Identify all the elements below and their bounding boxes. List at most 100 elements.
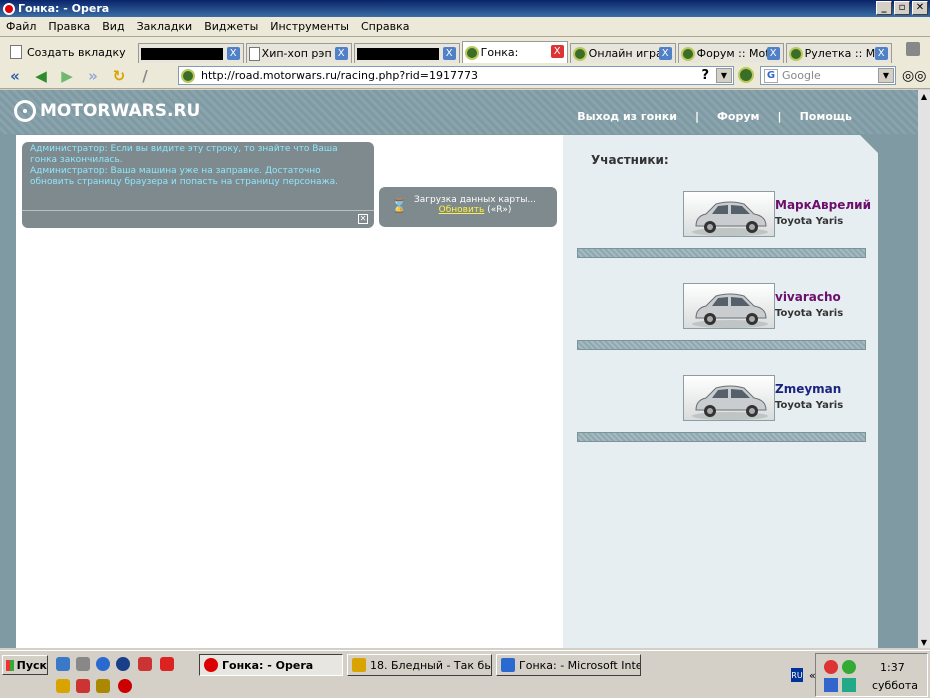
tab-close-icon[interactable]: X xyxy=(226,47,240,60)
scroll-up-icon[interactable]: ▲ xyxy=(918,90,930,102)
car-image[interactable] xyxy=(683,191,775,237)
new-tab-button[interactable]: Создать вкладку xyxy=(4,41,132,63)
tab-close-icon[interactable]: X xyxy=(334,47,348,60)
quicklaunch-opera-icon[interactable] xyxy=(118,679,132,693)
restore-button[interactable]: ▫ xyxy=(894,1,910,15)
nav-exit-race[interactable]: Выход из гонки xyxy=(567,110,687,123)
scroll-down-icon[interactable]: ▼ xyxy=(918,636,930,648)
search-input[interactable]: Google xyxy=(782,69,821,82)
participant-name[interactable]: vivaracho xyxy=(775,290,841,304)
tab-close-icon[interactable]: X xyxy=(766,47,780,60)
tab-close-icon[interactable]: X xyxy=(658,47,672,60)
participant-name[interactable]: Zmeyman xyxy=(775,382,841,396)
window-title: Гонка: - Opera xyxy=(18,2,110,15)
address-dropdown[interactable]: ▼ xyxy=(716,68,732,83)
tab-online-game[interactable]: Онлайн игра... X xyxy=(569,43,676,63)
admin-message: Администратор: Если вы видите эту строку… xyxy=(30,144,338,165)
participant-card: Zmeyman Toyota Yaris xyxy=(577,371,866,442)
tab-forum[interactable]: Форум :: Mot... X xyxy=(677,43,784,63)
vertical-scrollbar[interactable]: ▲ ▼ xyxy=(918,90,930,648)
quicklaunch-app-icon[interactable] xyxy=(96,679,110,693)
menu-file[interactable]: Файл xyxy=(0,20,42,33)
tab-race[interactable]: Гонка: X xyxy=(461,41,568,63)
nav-help[interactable]: Помощь xyxy=(790,110,862,123)
tray-app-icon[interactable] xyxy=(824,660,838,674)
car-image[interactable] xyxy=(683,283,775,329)
menu-edit[interactable]: Правка xyxy=(42,20,96,33)
quicklaunch-app-icon[interactable] xyxy=(76,679,90,693)
windows-flag-icon xyxy=(6,659,14,671)
menu-widgets[interactable]: Виджеты xyxy=(198,20,264,33)
start-label: Пуск xyxy=(16,658,47,672)
new-document-icon xyxy=(10,45,22,59)
start-button[interactable]: Пуск xyxy=(2,655,48,675)
web-page: MOTORWARS.RU Выход из гонки | Форум | По… xyxy=(0,90,918,648)
participants-title: Участники: xyxy=(591,153,669,167)
tab-hiphop[interactable]: Хип-хоп рэп ... X xyxy=(245,43,352,63)
menu-tools[interactable]: Инструменты xyxy=(264,20,355,33)
tab-close-icon[interactable]: X xyxy=(550,45,564,58)
motorwars-icon[interactable] xyxy=(738,67,754,83)
forward-icon[interactable]: ▶ xyxy=(56,66,78,86)
glasses-icon[interactable]: ◎◎ xyxy=(902,68,926,84)
back-icon[interactable]: ◀ xyxy=(30,66,52,86)
window-titlebar[interactable]: Гонка: - Opera _ ▫ ✕ xyxy=(0,0,930,17)
quicklaunch-app-icon[interactable] xyxy=(56,679,70,693)
task-label: Гонка: - Opera xyxy=(222,658,314,672)
nav-forum[interactable]: Форум xyxy=(707,110,770,123)
tray-network-icon[interactable] xyxy=(824,678,838,692)
menu-bookmarks[interactable]: Закладки xyxy=(131,20,199,33)
hourglass-icon: ⌛ xyxy=(391,199,408,214)
map-area: Администратор: Если вы видите эту строку… xyxy=(16,135,563,648)
participant-name[interactable]: МаркАврелий xyxy=(775,198,871,212)
tab-close-icon[interactable]: X xyxy=(874,47,888,60)
task-ie[interactable]: Гонка: - Microsoft Inter... xyxy=(496,654,641,676)
motorwars-icon xyxy=(572,46,587,61)
refresh-link[interactable]: Обновить xyxy=(439,205,485,215)
quicklaunch-ie-icon[interactable] xyxy=(96,657,110,671)
tray-app-icon[interactable] xyxy=(842,660,856,674)
rewind-icon[interactable]: « xyxy=(4,66,26,86)
close-icon[interactable]: ✕ xyxy=(358,214,368,224)
edit-icon[interactable]: / xyxy=(134,66,156,86)
site-nav: Выход из гонки | Форум | Помощь xyxy=(567,110,862,123)
quicklaunch-app-icon[interactable] xyxy=(76,657,90,671)
language-indicator[interactable]: RU xyxy=(791,668,803,682)
task-opera[interactable]: Гонка: - Opera xyxy=(199,654,343,676)
menu-bar: Файл Правка Вид Закладки Виджеты Инструм… xyxy=(0,17,930,37)
minimize-button[interactable]: _ xyxy=(876,1,892,15)
quicklaunch-app-icon[interactable] xyxy=(138,657,152,671)
search-box[interactable]: G Google ▼ xyxy=(760,66,896,85)
tray-app-icon[interactable] xyxy=(842,678,856,692)
tab-close-icon[interactable]: X xyxy=(442,47,456,60)
search-dropdown[interactable]: ▼ xyxy=(878,68,894,83)
opera-icon xyxy=(204,658,218,672)
quicklaunch-media-icon[interactable] xyxy=(116,657,130,671)
hotkey-hint: («R») xyxy=(487,205,512,215)
nav-separator: | xyxy=(694,110,700,123)
quicklaunch-app-icon[interactable] xyxy=(160,657,174,671)
menu-help[interactable]: Справка xyxy=(355,20,415,33)
participant-card: vivaracho Toyota Yaris xyxy=(577,279,866,350)
tab-redacted-1[interactable]: X xyxy=(137,43,244,63)
menu-view[interactable]: Вид xyxy=(96,20,130,33)
clock-time[interactable]: 1:37 xyxy=(880,661,905,674)
car-image[interactable] xyxy=(683,375,775,421)
close-button[interactable]: ✕ xyxy=(912,1,928,15)
fast-forward-icon[interactable]: » xyxy=(82,66,104,86)
trash-icon[interactable] xyxy=(906,42,920,56)
tab-roulette[interactable]: Рулетка :: M... X xyxy=(785,43,892,63)
task-player[interactable]: 18. Бледный - Так был... xyxy=(347,654,492,676)
progress-bar xyxy=(577,248,866,258)
help-icon[interactable]: ? xyxy=(701,68,709,83)
tab-bar: Создать вкладку X Хип-хоп рэп ... X X Го… xyxy=(0,37,930,63)
ie-icon xyxy=(501,658,515,672)
address-bar[interactable]: http://road.motorwars.ru/racing.php?rid=… xyxy=(178,66,734,85)
tab-redacted-2[interactable]: X xyxy=(353,43,460,63)
site-logo[interactable]: MOTORWARS.RU xyxy=(14,100,200,122)
opera-icon xyxy=(3,2,15,15)
quicklaunch-desktop-icon[interactable] xyxy=(56,657,70,671)
task-label: Гонка: - Microsoft Inter... xyxy=(519,658,641,672)
address-url[interactable]: http://road.motorwars.ru/racing.php?rid=… xyxy=(201,69,478,82)
reload-icon[interactable]: ↻ xyxy=(108,66,130,86)
